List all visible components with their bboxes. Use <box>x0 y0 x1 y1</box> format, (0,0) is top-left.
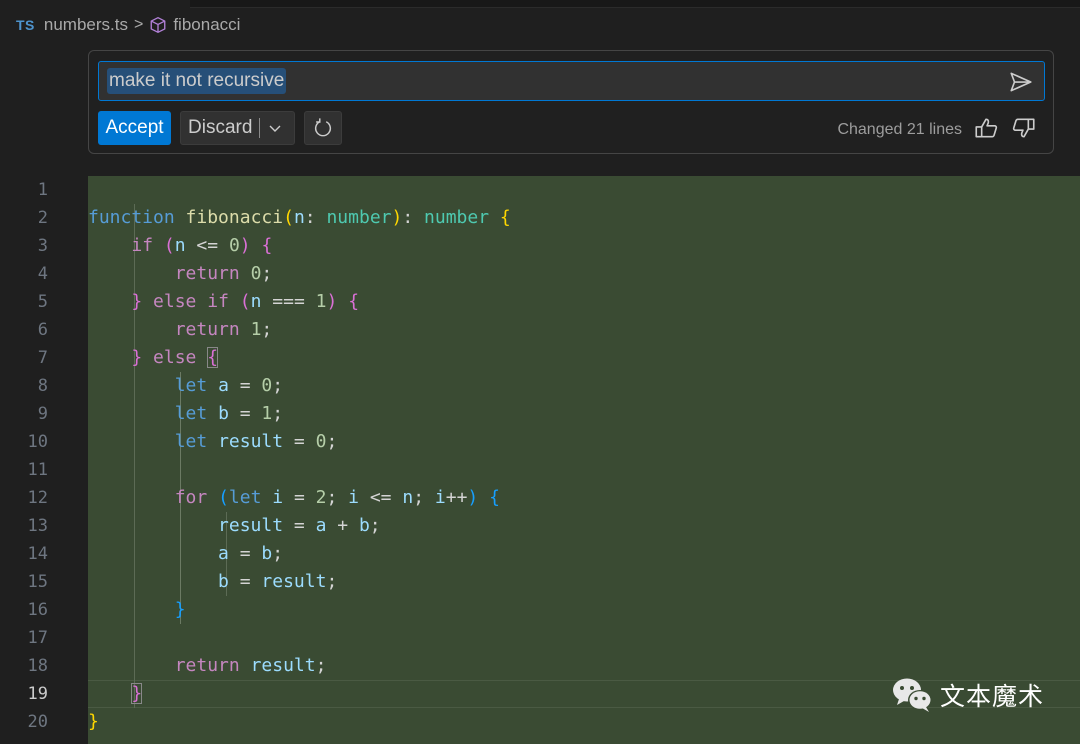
code-text: function fibonacci(n: number): number { <box>88 207 511 228</box>
code-line: 6 return 1; <box>0 316 1080 344</box>
refresh-icon <box>314 118 332 137</box>
line-number: 13 <box>27 516 48 536</box>
discard-button[interactable]: Discard <box>180 111 295 145</box>
wechat-icon <box>893 678 932 712</box>
code-line: 13 result = a + b; <box>0 512 1080 540</box>
breadcrumb: TS numbers.ts > fibonacci <box>16 12 240 38</box>
line-number: 1 <box>37 180 48 200</box>
code-line: 8 let a = 0; <box>0 372 1080 400</box>
line-number: 3 <box>37 236 48 256</box>
code-text: let b = 1; <box>174 403 284 424</box>
line-number: 5 <box>37 292 48 312</box>
line-number-active: 19 <box>27 684 48 704</box>
code-line: 10 let result = 0; <box>0 428 1080 456</box>
breadcrumb-file[interactable]: numbers.ts <box>44 15 128 35</box>
method-cube-icon <box>150 17 166 33</box>
split-divider <box>259 118 261 138</box>
line-number: 11 <box>27 460 48 480</box>
line-number: 14 <box>27 544 48 564</box>
code-text: } else { <box>131 347 219 368</box>
code-line: 7 } else { <box>0 344 1080 372</box>
code-line: 3 if (n <= 0) { <box>0 232 1080 260</box>
line-number: 8 <box>37 376 48 396</box>
discard-label: Discard <box>188 117 253 138</box>
code-text: a = b; <box>218 543 284 564</box>
line-number: 9 <box>37 404 48 424</box>
breadcrumb-symbol[interactable]: fibonacci <box>173 15 240 35</box>
code-text: } else if (n === 1) { <box>131 291 360 312</box>
line-number: 16 <box>27 600 48 620</box>
thumbs-down-icon[interactable] <box>1011 115 1037 141</box>
code-line: 16 } <box>0 596 1080 624</box>
line-number: 20 <box>27 712 48 732</box>
code-text: return result; <box>174 655 327 676</box>
code-text: for (let i = 2; i <= n; i++) { <box>174 487 500 508</box>
chevron-right-icon: > <box>133 16 144 33</box>
code-line: 4 return 0; <box>0 260 1080 288</box>
code-text: if (n <= 0) { <box>131 235 273 256</box>
code-line: 9 let b = 1; <box>0 400 1080 428</box>
code-line: 17 <box>0 624 1080 652</box>
watermark: 文本魔术 <box>890 675 1044 715</box>
code-line: 15 b = result; <box>0 568 1080 596</box>
line-number: 15 <box>27 572 48 592</box>
code-line: 5 } else if (n === 1) { <box>0 288 1080 316</box>
code-editor[interactable]: 1 2 function fibonacci(n: number): numbe… <box>0 176 1080 744</box>
chevron-down-icon[interactable] <box>267 120 283 136</box>
watermark-text: 文本魔术 <box>940 682 1045 711</box>
code-text: } <box>131 683 143 704</box>
code-text: let a = 0; <box>174 375 284 396</box>
line-number: 4 <box>37 264 48 284</box>
change-status: Changed 21 lines <box>837 121 962 138</box>
code-line: 11 <box>0 456 1080 484</box>
code-text: } <box>174 599 186 620</box>
code-text: b = result; <box>218 571 338 592</box>
code-text: let result = 0; <box>174 431 338 452</box>
inline-chat-widget: make it not recursive Accept Discard Cha… <box>88 50 1054 154</box>
send-icon[interactable] <box>1008 69 1034 95</box>
code-line: 14 a = b; <box>0 540 1080 568</box>
line-number: 2 <box>37 208 48 228</box>
typescript-file-icon: TS <box>16 17 35 33</box>
line-number: 7 <box>37 348 48 368</box>
line-number: 6 <box>37 320 48 340</box>
line-number: 12 <box>27 488 48 508</box>
line-number: 18 <box>27 656 48 676</box>
prompt-input[interactable]: make it not recursive <box>98 61 1045 101</box>
line-number: 17 <box>27 628 48 648</box>
line-number: 10 <box>27 432 48 452</box>
code-line: 12 for (let i = 2; i <= n; i++) { <box>0 484 1080 512</box>
thumbs-up-icon[interactable] <box>973 115 999 141</box>
code-text: } <box>88 711 99 732</box>
code-line: 2 function fibonacci(n: number): number … <box>0 204 1080 232</box>
code-text: return 0; <box>174 263 273 284</box>
accept-button[interactable]: Accept <box>98 111 171 145</box>
prompt-text-selected[interactable]: make it not recursive <box>107 68 287 94</box>
top-panel-edge <box>190 0 1080 8</box>
code-text: result = a + b; <box>218 515 381 536</box>
code-text: return 1; <box>174 319 273 340</box>
regenerate-button[interactable] <box>304 111 342 145</box>
code-line: 1 <box>0 176 1080 204</box>
